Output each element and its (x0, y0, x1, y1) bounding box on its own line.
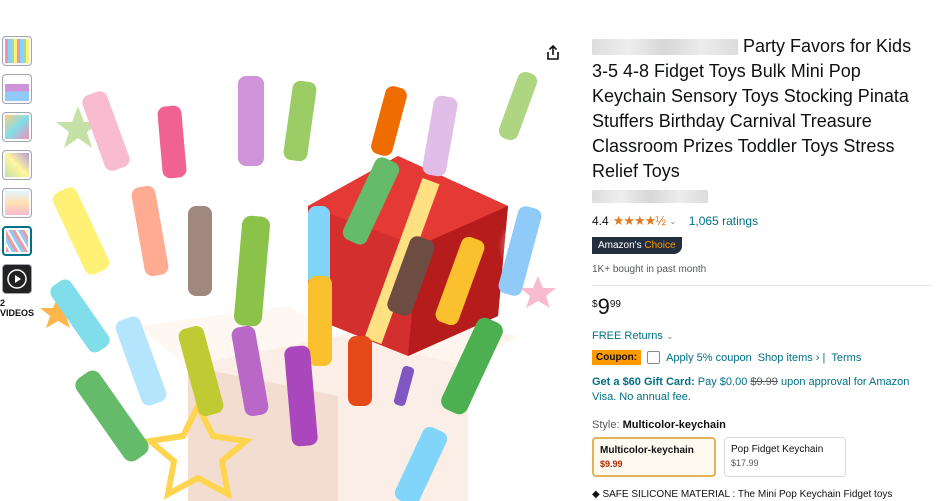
ratings-count-link[interactable]: 1,065 ratings (689, 214, 758, 228)
price: $ 9 99 (592, 296, 932, 318)
coupon-text[interactable]: Apply 5% coupon (666, 352, 752, 364)
badge-suffix: Choice (644, 240, 676, 251)
thumbnail-4[interactable] (2, 150, 32, 180)
option-price: $9.99 (600, 459, 623, 469)
gift-card-bold: Get a $60 Gift Card: (592, 376, 695, 388)
option-name: Pop Fidget Keychain (731, 444, 824, 455)
thumbnail-2[interactable] (2, 74, 32, 104)
option-price: $17.99 (731, 458, 759, 468)
style-option-pop-fidget-keychain[interactable]: Pop Fidget Keychain $17.99 (724, 437, 846, 477)
bought-count: 1K+ bought in past month (592, 264, 707, 275)
thumbnail-strip: 2 VIDEOS (0, 36, 36, 318)
play-icon (7, 269, 27, 289)
rating-row: 4.4 ★★★★½ ⌄ 1,065 ratings (592, 213, 932, 229)
videos-label[interactable]: 2 VIDEOS (0, 298, 36, 318)
style-prefix: Style: (592, 419, 620, 431)
rating-value: 4.4 (592, 214, 609, 228)
style-label: Style: Multicolor-keychain (592, 419, 932, 431)
star-rating-icon[interactable]: ★★★★½ (613, 213, 666, 229)
product-info-panel: Party Favors for Kids 3-5 4-8 Fidget Toy… (592, 34, 932, 500)
gift-strike-price: $9.99 (750, 376, 778, 388)
option-name: Multicolor-keychain (600, 445, 694, 456)
coupon-badge: Coupon: (592, 350, 642, 365)
product-illustration (38, 36, 566, 501)
style-options: Multicolor-keychain $9.99 Pop Fidget Key… (592, 437, 932, 477)
gift-zero: $0.00 (719, 376, 748, 388)
coupon-row: Coupon: Apply 5% coupon Shop items › | T… (592, 350, 932, 365)
product-title-text: Party Favors for Kids 3-5 4-8 Fidget Toy… (592, 36, 912, 181)
style-value: Multicolor-keychain (622, 419, 726, 431)
product-title: Party Favors for Kids 3-5 4-8 Fidget Toy… (592, 34, 932, 184)
gift-card-offer[interactable]: Get a $60 Gift Card: Pay $0.00 $9.99 upo… (592, 375, 932, 405)
thumbnail-6-selected[interactable] (2, 226, 32, 256)
feature-bullet: ◆ SAFE SILICONE MATERIAL : The Mini Pop … (592, 489, 893, 500)
blurred-brand (592, 39, 738, 56)
thumbnail-video[interactable] (2, 264, 32, 294)
gift-pay: Pay (697, 376, 717, 388)
terms-link[interactable]: Terms (831, 352, 861, 364)
divider (592, 285, 932, 286)
price-whole: 9 (597, 294, 610, 319)
coupon-checkbox[interactable] (647, 351, 661, 364)
shop-items-link[interactable]: Shop items › | (758, 352, 826, 364)
thumbnail-3[interactable] (2, 112, 32, 142)
thumbnail-1[interactable] (2, 36, 32, 66)
blurred-store-link[interactable] (592, 190, 708, 203)
free-returns-link[interactable]: FREE Returns ⌄ (592, 330, 932, 342)
thumbnail-5[interactable] (2, 188, 32, 218)
badge-prefix: Amazon's (598, 240, 642, 251)
chevron-down-icon[interactable]: ⌄ (669, 216, 677, 227)
price-fraction: 99 (609, 299, 621, 310)
share-icon[interactable] (544, 44, 562, 62)
free-returns-label: FREE Returns (592, 330, 663, 342)
main-product-image[interactable] (38, 36, 566, 501)
style-option-multicolor-keychain[interactable]: Multicolor-keychain $9.99 (592, 437, 716, 477)
chevron-down-icon: ⌄ (665, 331, 674, 341)
amazons-choice-badge[interactable]: Amazon's Choice (592, 237, 682, 254)
